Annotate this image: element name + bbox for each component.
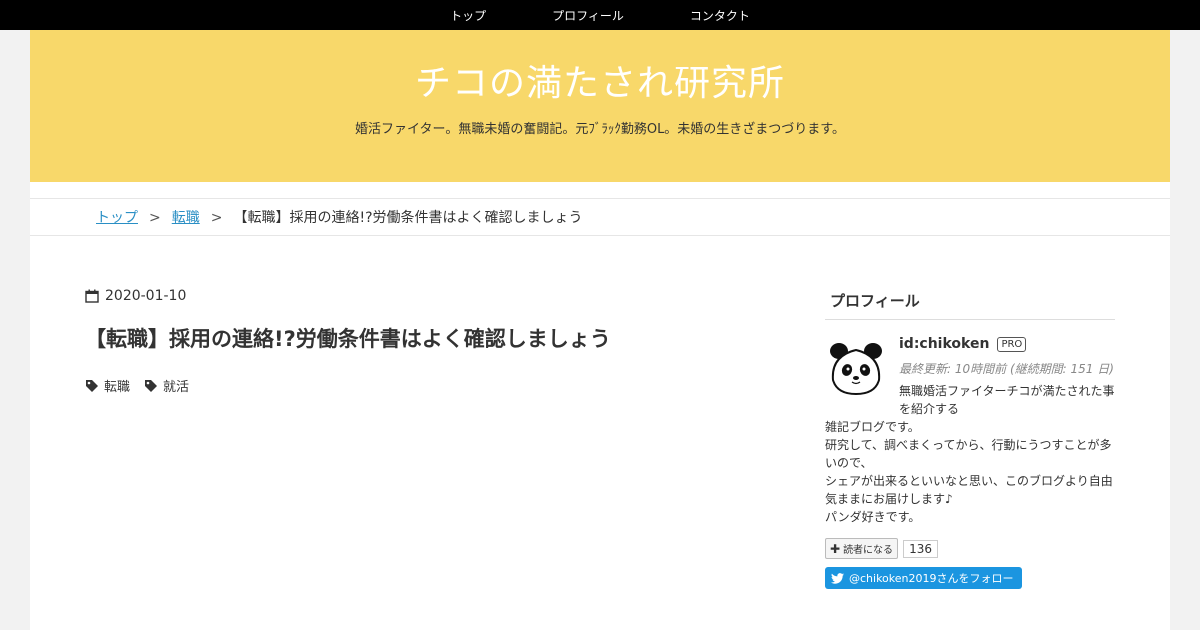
- breadcrumb-category[interactable]: 転職: [172, 210, 200, 226]
- profile-description-line: パンダ好きです。: [825, 510, 921, 524]
- twitter-bird-icon: [831, 572, 844, 584]
- tag-icon: [86, 379, 98, 392]
- breadcrumb-separator: >: [149, 210, 161, 226]
- category-label: 転職: [104, 380, 131, 395]
- reader-count[interactable]: 136: [903, 539, 938, 558]
- nav-profile[interactable]: プロフィール: [552, 7, 624, 24]
- category-tag[interactable]: 転職: [85, 376, 130, 395]
- profile-updated: 最終更新: 10時間前 (継続期間: 151 日): [899, 362, 1114, 376]
- breadcrumb: トップ > 転職 > 【転職】採用の連絡!?労働条件書はよく確認しましょう: [30, 198, 1170, 236]
- tag-icon: [145, 379, 158, 392]
- entry-title[interactable]: 【転職】採用の連絡!?労働条件書はよく確認しましょう: [85, 324, 785, 354]
- profile-module: id:chikoken PRO 最終更新: 10時間前 (継続期間: 151 日…: [825, 336, 1115, 589]
- profile-description-line: シェアが出来るといいなと思い、このブログより自由気ままにお届けします♪: [825, 474, 1113, 506]
- profile-id-row: id:chikoken PRO: [899, 336, 1115, 352]
- global-nav: トップ プロフィール コンタクト: [0, 0, 1200, 30]
- nav-top[interactable]: トップ: [450, 7, 486, 24]
- blog-header: チコの満たされ研究所 婚活ファイター。無職未婚の奮闘記。元ﾌﾞﾗｯｸ勤務OL。未…: [30, 30, 1170, 182]
- pro-badge: PRO: [997, 336, 1027, 352]
- breadcrumb-current: 【転職】採用の連絡!?労働条件書はよく確認しましょう: [233, 210, 583, 226]
- entry-date[interactable]: 2020-01-10: [85, 288, 186, 304]
- subscribe-button[interactable]: ✚ 読者になる: [825, 538, 899, 559]
- twitter-follow-button[interactable]: @chikoken2019さんをフォロー: [825, 567, 1022, 589]
- panda-avatar-icon[interactable]: [825, 336, 887, 398]
- breadcrumb-home[interactable]: トップ: [96, 210, 138, 226]
- profile-description-line: 研究して、調べまくってから、行動にうつすことが多いので、: [825, 438, 1112, 470]
- nav-contact[interactable]: コンタクト: [690, 7, 750, 24]
- entry-categories: 転職 就活: [85, 376, 189, 395]
- blog-title[interactable]: チコの満たされ研究所: [30, 30, 1170, 106]
- profile-info: id:chikoken PRO 最終更新: 10時間前 (継続期間: 151 日…: [899, 336, 1115, 418]
- header-spacer: [30, 182, 1170, 198]
- calendar-icon: [85, 289, 99, 303]
- category-label: 就活: [163, 380, 190, 395]
- sidebar: プロフィール id:chikoken PRO 最終更新: 10時間前 (継続期間…: [825, 286, 1115, 589]
- plus-icon: ✚: [830, 541, 841, 556]
- category-tag[interactable]: 就活: [144, 376, 189, 395]
- profile-description-line: 雑記ブログです。: [825, 420, 920, 434]
- profile-description: 無職婚活ファイターチコが満たされた事を紹介する: [899, 384, 1115, 416]
- blog-description: 婚活ファイター。無職未婚の奮闘記。元ﾌﾞﾗｯｸ勤務OL。未婚の生きざまつづります…: [354, 122, 846, 137]
- entry-date-text: 2020-01-10: [105, 288, 187, 304]
- profile-id[interactable]: id:chikoken: [899, 336, 989, 352]
- twitter-follow-label: @chikoken2019さんをフォロー: [849, 572, 1014, 585]
- sidebar-heading: プロフィール: [825, 286, 1115, 320]
- subscribe-label: 読者になる: [843, 545, 894, 556]
- breadcrumb-separator: >: [210, 210, 223, 226]
- reader-row: ✚ 読者になる 136: [825, 538, 1115, 559]
- main-content: 2020-01-10 【転職】採用の連絡!?労働条件書はよく確認しましょう 転職…: [30, 236, 1170, 630]
